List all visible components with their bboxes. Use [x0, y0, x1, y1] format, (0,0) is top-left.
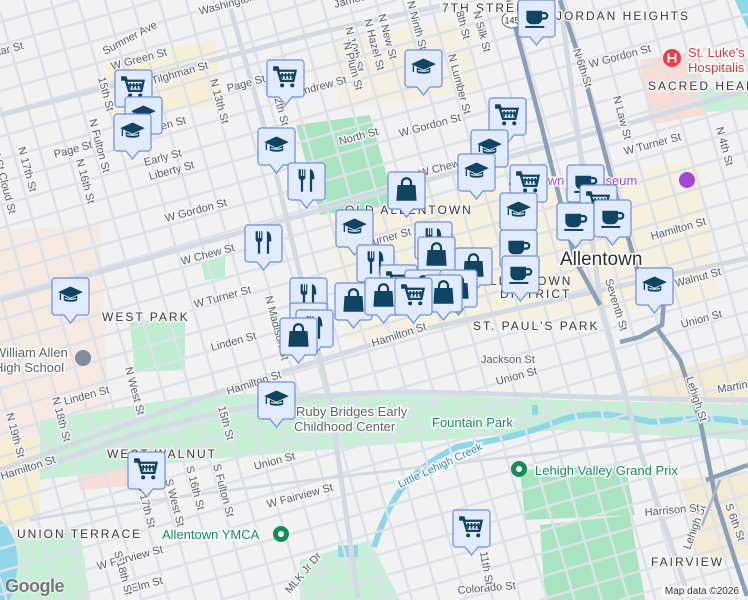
street-label: N Law St [610, 95, 633, 141]
street-label: Union St [680, 308, 724, 331]
street-label: W Turner St [193, 284, 253, 311]
marker-school[interactable] [113, 113, 152, 160]
street-label: Page St [226, 73, 267, 95]
hospital-label-2[interactable]: Hospitalis [687, 59, 747, 77]
map-canvas[interactable]: 145 7TH STREE JORDAN HEIGHTS SACRED HEAR… [0, 0, 748, 600]
label-sacred-heart: SACRED HEAR [648, 79, 748, 93]
high-school-label-1[interactable]: William Allen [0, 344, 69, 362]
grand-prix-label[interactable]: Lehigh Valley Grand Prix [534, 462, 680, 480]
hospital-label-1[interactable]: St. Luke's [687, 44, 747, 62]
label-west-park: WEST PARK [102, 310, 190, 324]
street-label: Union St [495, 365, 539, 388]
street-label: S West St [162, 478, 186, 528]
hospital-pin-icon[interactable] [663, 49, 681, 67]
high-school-label-2[interactable]: High School [0, 359, 66, 377]
fountain-park-label[interactable]: Fountain Park [431, 414, 515, 432]
map-attribution[interactable]: Map data ©2026 [661, 586, 742, 597]
ymca-label[interactable]: Allentown YMCA [161, 526, 262, 544]
street-label: Washington [198, 0, 257, 18]
street-label: W Fairview St [96, 544, 165, 573]
label-fairview: FAIRVIEW [651, 555, 724, 569]
street-label: Jackson St [481, 354, 535, 366]
map-base: 145 7TH STREE JORDAN HEIGHTS SACRED HEAR… [0, 0, 748, 600]
ruby-bridges-label-1[interactable]: Ruby Bridges Early [295, 403, 410, 421]
google-logo: Google [5, 576, 65, 596]
street-label: 11th St [477, 550, 495, 586]
ruby-bridges-label-2[interactable]: Childhood Center [293, 418, 398, 436]
street-label: W Gordon St [398, 112, 463, 140]
route-shield-number: 145 [504, 16, 519, 26]
city-label: Allentown [560, 249, 642, 270]
label-jordan-heights: JORDAN HEIGHTS [556, 9, 690, 23]
label-st-pauls-park: ST. PAUL'S PARK [473, 319, 600, 333]
street-label: S 16th St [183, 465, 206, 512]
marker-cart[interactable] [127, 451, 166, 498]
street-line [0, 0, 79, 24]
museum-pin-icon[interactable] [679, 172, 695, 188]
label-union-terrace: UNION TERRACE [17, 527, 142, 541]
school-pin-icon[interactable] [75, 350, 91, 366]
